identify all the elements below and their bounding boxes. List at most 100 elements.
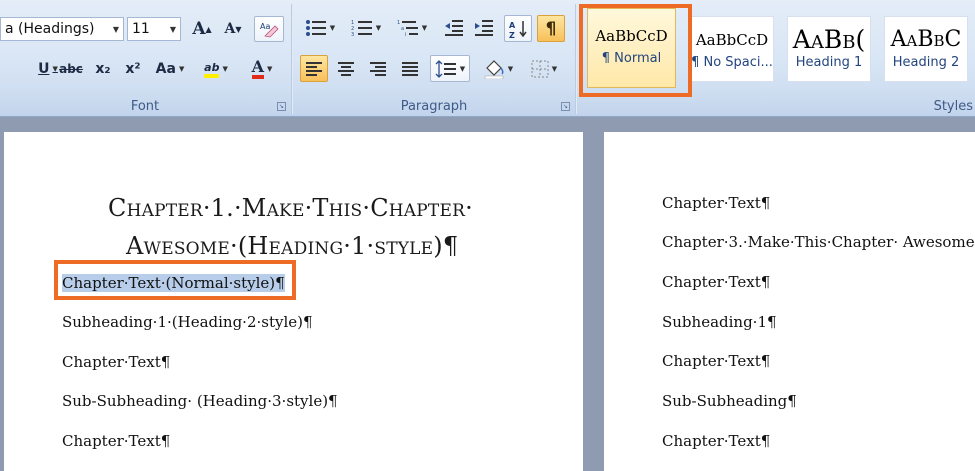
svg-text:a: a (401, 26, 404, 32)
paragraph-group-label: Paragraph (400, 99, 468, 114)
shading-button[interactable]: ▼ (478, 55, 518, 82)
heading1-line1: Chapter·1.·Make·This·Chapter· (108, 194, 473, 222)
paragraph-chapter-text-selected: Chapter·Text·(Normal·style)¶ (62, 274, 285, 292)
document-area: Chapter·1.·Make·This·Chapter· Awesome·(H… (0, 118, 975, 471)
multilevel-list-icon: 1 a i (397, 20, 418, 37)
chevron-down-icon: ▼ (267, 65, 273, 73)
subscript-button[interactable]: x₂ (90, 57, 116, 81)
numbering-icon: 1 2 3 (351, 20, 372, 37)
justify-icon (402, 61, 418, 76)
style-name: ¶ No Spaci... (691, 55, 773, 70)
decrease-indent-icon (445, 20, 463, 36)
chevron-down-icon: ▼ (551, 64, 558, 73)
borders-icon (531, 60, 549, 77)
chevron-down-icon: ▼ (222, 65, 228, 73)
paragraph-subheading: Subheading·1·(Heading·2·style)¶ (62, 313, 313, 331)
group-separator (291, 4, 293, 114)
chevron-down-icon: ▼ (329, 24, 336, 32)
decrease-indent-button[interactable] (440, 16, 468, 40)
style-name: Heading 1 (795, 55, 863, 70)
paint-bucket-icon (484, 59, 504, 79)
justify-button[interactable] (396, 55, 424, 82)
svg-text:Aa: Aa (260, 22, 270, 31)
style-no-spacing-tile[interactable]: AaBbCcD ¶ No Spaci... (690, 16, 774, 82)
clear-formatting-icon: Aa (260, 22, 279, 38)
bullets-button[interactable]: ▼ (300, 16, 340, 40)
page-2[interactable]: Chapter·Text¶ Chapter·3.·Make·This·Chapt… (604, 132, 975, 471)
svg-text:3: 3 (351, 32, 354, 37)
bullets-icon (305, 20, 326, 36)
style-name: ¶ Normal (601, 51, 662, 66)
paragraph-sub-subheading: Sub-Subheading· (Heading·3·style)¶ (62, 392, 338, 410)
ribbon: a (Headings) ▼ 11 ▼ A ▲ A ▼ Aa U ▼ abc x₂ (0, 0, 975, 117)
align-left-button[interactable] (300, 55, 328, 82)
paragraph-chapter-text: Chapter·Text¶ (62, 353, 171, 371)
align-center-icon (338, 61, 354, 76)
paragraph-subheading: Subheading·1¶ (662, 313, 777, 331)
paragraph-chapter-text: Chapter·Text¶ (662, 432, 771, 450)
shrink-font-button[interactable]: A ▼ (220, 17, 246, 41)
chevron-down-icon: ▼ (459, 64, 466, 73)
paragraph-chapter-heading: Chapter·3.·Make·This·Chapter· Awesome¶ (662, 233, 975, 251)
chevron-down-icon: ▼ (178, 65, 185, 73)
style-preview: AaBbCcD (695, 31, 769, 49)
chevron-down-icon: ▼ (507, 64, 514, 73)
style-heading1-tile[interactable]: AaBb( Heading 1 (787, 16, 871, 82)
font-size-combobox[interactable]: 11 ▼ (127, 17, 181, 41)
font-group: a (Headings) ▼ 11 ▼ A ▲ A ▼ Aa U ▼ abc x₂ (0, 0, 290, 117)
paragraph-sub-subheading: Sub-Subheading¶ (662, 392, 797, 410)
align-right-icon (370, 61, 386, 76)
heading1-line2: Awesome·(Heading·1·style)¶ (126, 232, 459, 260)
increase-indent-icon (475, 20, 493, 36)
font-name-combobox[interactable]: a (Headings) ▼ (0, 17, 124, 41)
font-color-button[interactable]: A ▼ (242, 57, 282, 81)
svg-text:Z: Z (509, 31, 515, 39)
line-spacing-button[interactable]: ▼ (430, 55, 470, 82)
align-right-button[interactable] (364, 55, 392, 82)
style-preview: AaBbC (890, 27, 962, 52)
change-case-button[interactable]: Aa ▼ (152, 57, 188, 81)
font-color-icon: A (251, 59, 265, 79)
paragraph-chapter-text: Chapter·Text¶ (662, 194, 771, 212)
chevron-down-icon: ▼ (421, 24, 428, 32)
show-formatting-button[interactable]: ¶ (537, 15, 565, 42)
strikethrough-button[interactable]: abc (56, 57, 86, 81)
page-1[interactable]: Chapter·1.·Make·This·Chapter· Awesome·(H… (4, 132, 583, 471)
grow-font-button[interactable]: A ▲ (189, 17, 215, 41)
paragraph-chapter-text: Chapter·Text¶ (62, 432, 171, 450)
font-name-value: a (Headings) (5, 21, 95, 37)
style-preview: AaBb( (792, 25, 866, 54)
svg-text:1: 1 (397, 20, 400, 26)
chevron-down-icon: ▼ (169, 25, 176, 34)
sort-button[interactable]: A Z (504, 15, 532, 42)
increase-indent-button[interactable] (470, 16, 498, 40)
align-left-icon (306, 61, 322, 76)
styles-group-label: Styles (933, 99, 973, 114)
svg-text:A: A (509, 21, 516, 30)
group-separator (575, 4, 577, 114)
shrink-font-arrow-icon: ▼ (235, 24, 242, 34)
text-highlight-button[interactable]: ab ▼ (196, 57, 236, 81)
numbering-button[interactable]: 1 2 3 ▼ (346, 16, 386, 40)
pilcrow-icon: ¶ (545, 18, 557, 39)
borders-button[interactable]: ▼ (524, 55, 564, 82)
chevron-down-icon: ▼ (375, 24, 382, 32)
paragraph-chapter-text: Chapter·Text¶ (662, 352, 771, 370)
line-spacing-icon (435, 59, 456, 78)
multilevel-list-button[interactable]: 1 a i ▼ (392, 16, 432, 40)
style-normal-tile[interactable]: AaBbCcD ¶ Normal (587, 8, 676, 88)
superscript-button[interactable]: x² (120, 57, 146, 81)
style-heading2-tile[interactable]: AaBbC Heading 2 (884, 16, 968, 82)
sort-icon: A Z (509, 20, 527, 39)
font-size-value: 11 (132, 21, 150, 37)
paragraph-chapter-text: Chapter·Text¶ (662, 273, 771, 291)
grow-font-arrow-icon: ▲ (205, 24, 212, 34)
paragraph-dialog-launcher-icon[interactable]: ↘ (561, 102, 570, 111)
clear-formatting-button[interactable]: Aa (254, 16, 284, 42)
highlighter-icon: ab (204, 61, 220, 78)
paragraph-group: ▼ 1 2 3 ▼ 1 a i ▼ A Z ¶ ▼ ▼ ▼ Paragraph … (294, 0, 574, 117)
align-center-button[interactable] (332, 55, 360, 82)
font-group-label: Font (130, 99, 160, 114)
chevron-down-icon: ▼ (112, 25, 119, 34)
font-dialog-launcher-icon[interactable]: ↘ (277, 102, 286, 111)
